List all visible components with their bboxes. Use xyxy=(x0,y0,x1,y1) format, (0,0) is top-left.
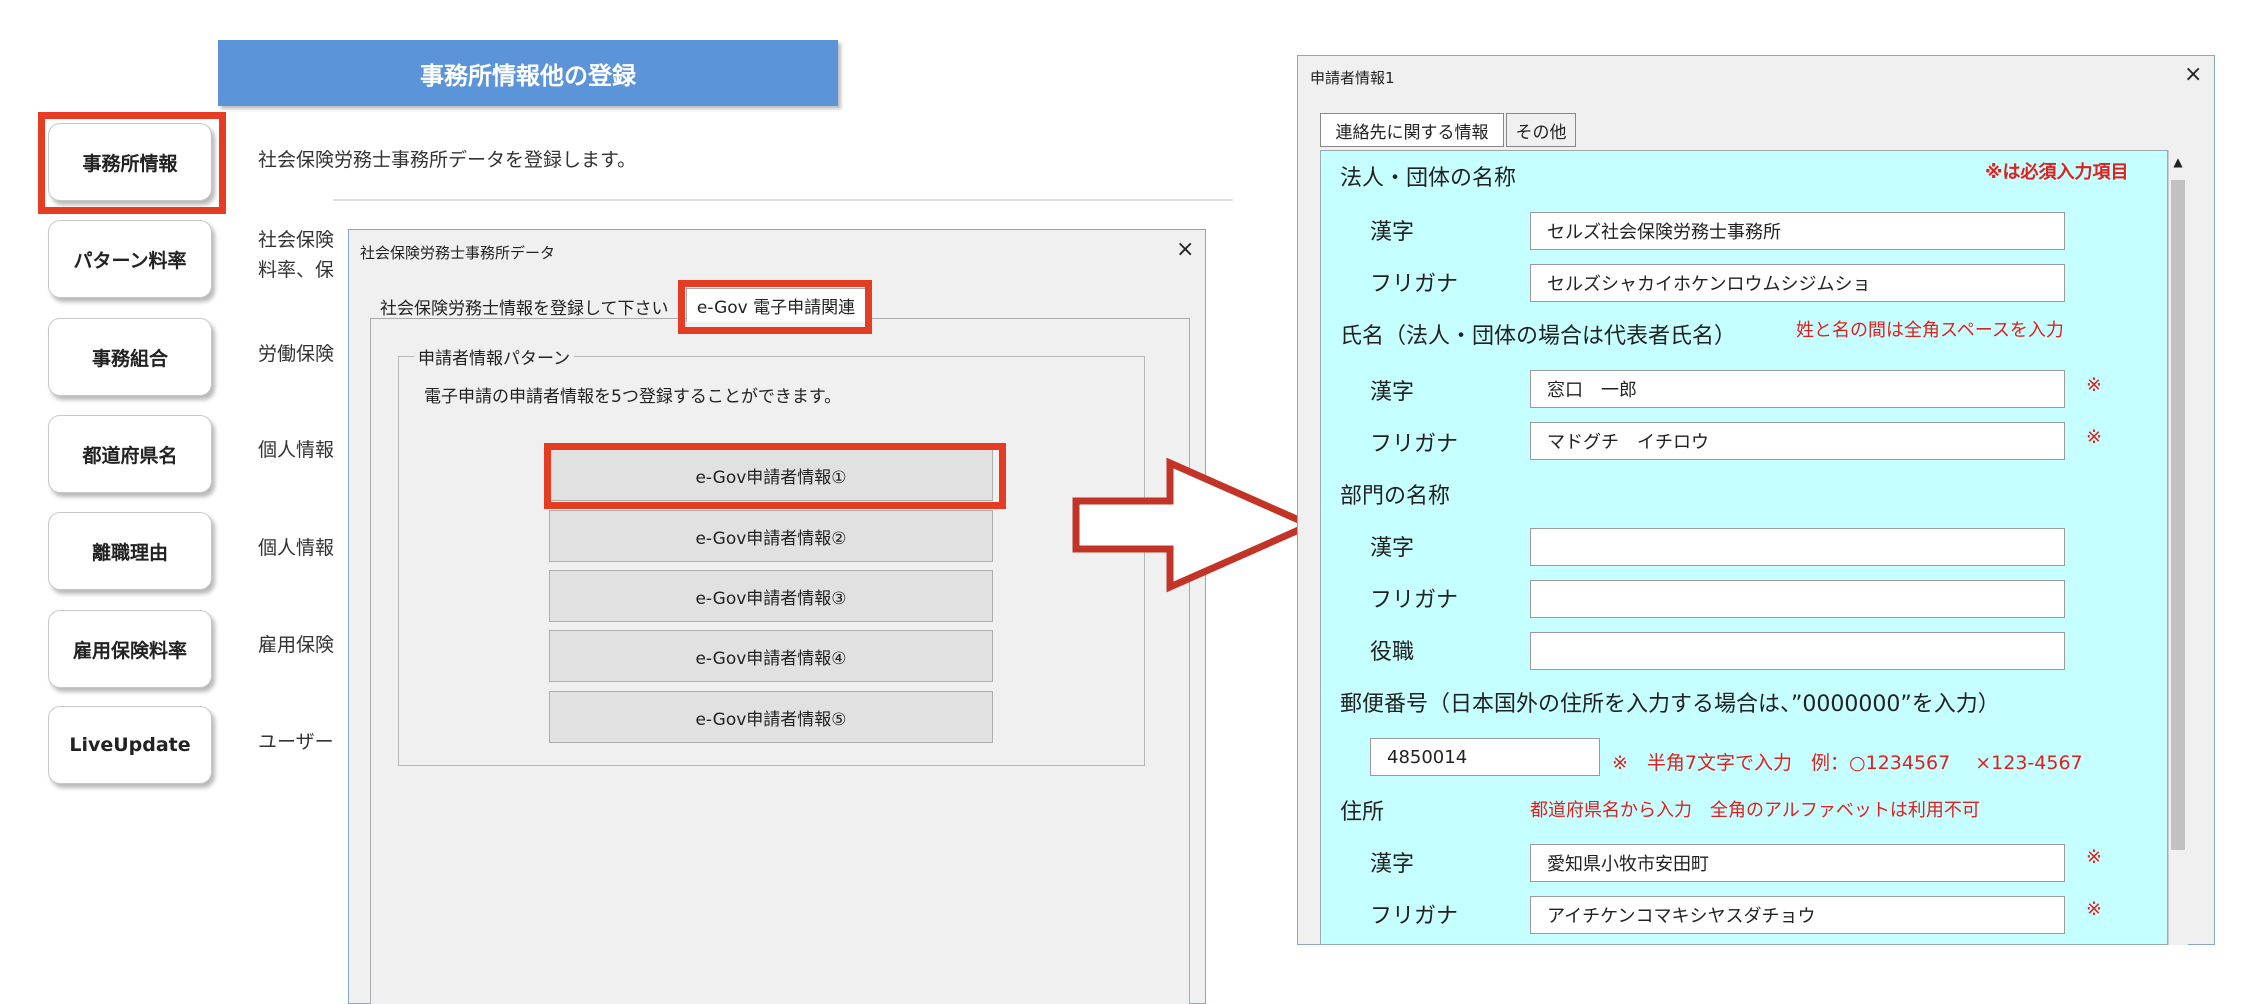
address-heading: 住所 xyxy=(1340,800,1385,825)
egov-applicant-button-5[interactable]: e-Gov申請者情報⑤ xyxy=(549,691,993,743)
tab-other[interactable]: その他 xyxy=(1506,113,1576,147)
menu-button-labor-union[interactable]: 事務組合 xyxy=(48,318,212,396)
address-kanji-required-mark: ※ xyxy=(2086,846,2102,868)
menu-button-separation-reason[interactable]: 離職理由 xyxy=(48,512,212,590)
menu-button-pattern-rate[interactable]: パターン料率 xyxy=(48,220,212,298)
office-dialog-title: 社会保険労務士事務所データ xyxy=(360,244,556,262)
menu-button-employment-rate[interactable]: 雇用保険料率 xyxy=(48,610,212,688)
corp-kanji-label: 漢字 xyxy=(1370,220,1415,245)
applicant-dialog-title: 申請者情報1 xyxy=(1310,69,1395,87)
address-furigana-label: フリガナ xyxy=(1370,904,1459,929)
tab-contact-info[interactable]: 連絡先に関する情報 xyxy=(1320,113,1504,147)
corp-kanji-field[interactable]: セルズ社会保険労務士事務所 xyxy=(1530,212,2065,250)
name-kanji-field[interactable]: 窓口 一郎 xyxy=(1530,370,2065,408)
menu-highlight-box xyxy=(38,112,226,214)
menu-desc-prefecture: 個人情報 xyxy=(258,439,335,461)
egov-applicant-button-4[interactable]: e-Gov申請者情報④ xyxy=(549,630,993,682)
applicant-pattern-desc: 電子申請の申請者情報を5つ登録することができます。 xyxy=(424,387,842,407)
postal-heading: 郵便番号（日本国外の住所を入力する場合は、”0000000”を入力） xyxy=(1340,692,2000,717)
name-furigana-label: フリガナ xyxy=(1370,432,1459,457)
arrow-right-icon xyxy=(1072,457,1319,593)
scroll-thumb[interactable] xyxy=(2171,180,2185,850)
corp-furigana-label: フリガナ xyxy=(1370,272,1459,297)
egov-applicant-button-3[interactable]: e-Gov申請者情報③ xyxy=(549,570,993,622)
menu-desc-pattern-rate-line2: 料率、保 xyxy=(258,259,335,281)
corp-furigana-field[interactable]: セルズシャカイホケンロウムシジムショ xyxy=(1530,264,2065,302)
applicant-dialog-close-icon[interactable]: × xyxy=(2184,62,2202,87)
office-dialog-close-icon[interactable]: × xyxy=(1176,237,1194,262)
address-furigana-required-mark: ※ xyxy=(2086,898,2102,920)
dept-kanji-label: 漢字 xyxy=(1370,536,1415,561)
required-note: ※は必須入力項目 xyxy=(1985,162,2129,183)
divider-line xyxy=(333,199,1233,201)
tab-register-office[interactable]: 社会保険労務士情報を登録して下さい xyxy=(380,294,669,319)
menu-button-liveupdate[interactable]: LiveUpdate xyxy=(48,706,212,784)
position-field[interactable] xyxy=(1530,632,2065,670)
menu-desc-employment-rate: 雇用保険 xyxy=(258,634,335,656)
name-heading: 氏名（法人・団体の場合は代表者氏名） xyxy=(1340,324,1737,349)
dept-heading: 部門の名称 xyxy=(1340,484,1451,509)
position-label: 役職 xyxy=(1370,640,1415,665)
name-furigana-field[interactable]: マドグチ イチロウ xyxy=(1530,422,2065,460)
postal-code-field[interactable]: 4850014 xyxy=(1370,738,1600,776)
menu-desc-pattern-rate: 社会保険 xyxy=(258,229,335,251)
corp-name-heading: 法人・団体の名称 xyxy=(1340,166,1517,191)
postal-note: ※ 半角7文字で入力 例：○1234567 ×123-4567 xyxy=(1612,752,2083,774)
address-kanji-field[interactable]: 愛知県小牧市安田町 xyxy=(1530,844,2065,882)
tab-highlight-box xyxy=(678,280,872,334)
name-note: 姓と名の間は全角スペースを入力 xyxy=(1796,320,2064,341)
address-note: 都道府県名から入力 全角のアルファベットは利用不可 xyxy=(1530,800,1980,821)
menu-desc-labor-union: 労働保険 xyxy=(258,343,335,365)
dept-kanji-field[interactable] xyxy=(1530,528,2065,566)
dept-furigana-field[interactable] xyxy=(1530,580,2065,618)
menu-desc-liveupdate: ユーザー xyxy=(258,731,334,753)
applicant-pattern-group-label: 申請者情報パターン xyxy=(414,344,575,369)
address-kanji-label: 漢字 xyxy=(1370,852,1415,877)
button-highlight-box xyxy=(544,443,1006,509)
menu-desc-separation-reason: 個人情報 xyxy=(258,537,335,559)
address-furigana-field[interactable]: アイチケンコマキシヤスダチョウ xyxy=(1530,896,2065,934)
egov-applicant-button-2[interactable]: e-Gov申請者情報② xyxy=(549,510,993,562)
dept-furigana-label: フリガナ xyxy=(1370,588,1459,613)
name-furigana-required-mark: ※ xyxy=(2086,426,2102,448)
menu-button-prefecture[interactable]: 都道府県名 xyxy=(48,415,212,493)
name-kanji-label: 漢字 xyxy=(1370,380,1415,405)
scroll-up-icon[interactable]: ▲ xyxy=(2168,150,2188,174)
name-kanji-required-mark: ※ xyxy=(2086,374,2102,396)
page-banner: 事務所情報他の登録 xyxy=(218,40,838,106)
menu-desc-office-info: 社会保険労務士事務所データを登録します。 xyxy=(258,149,637,171)
